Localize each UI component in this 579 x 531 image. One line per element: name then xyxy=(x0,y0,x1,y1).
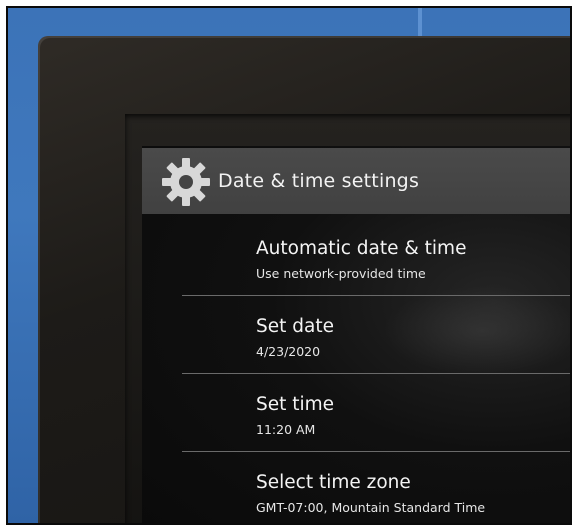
setting-set-date[interactable]: Set date 4/23/2020 xyxy=(182,296,570,374)
photo-frame: Date & time settings Automatic date & ti… xyxy=(6,6,572,525)
setting-set-time[interactable]: Set time 11:20 AM xyxy=(182,374,570,452)
setting-automatic-date-time[interactable]: Automatic date & time Use network-provid… xyxy=(182,218,570,296)
page-title: Date & time settings xyxy=(218,170,420,192)
setting-value: 11:20 AM xyxy=(256,422,316,437)
gear-icon xyxy=(162,158,210,206)
setting-value: GMT-07:00, Mountain Standard Time xyxy=(256,500,486,515)
setting-label: Set time xyxy=(256,394,335,415)
setting-value: Use network-provided time xyxy=(256,266,426,281)
setting-label: Set date xyxy=(256,316,334,337)
settings-titlebar: Date & time settings xyxy=(142,148,570,214)
setting-label: Select time zone xyxy=(256,472,411,493)
setting-select-time-zone[interactable]: Select time zone GMT-07:00, Mountain Sta… xyxy=(182,452,570,523)
setting-label: Automatic date & time xyxy=(256,238,467,259)
setting-value: 4/23/2020 xyxy=(256,344,321,359)
settings-screen: Date & time settings Automatic date & ti… xyxy=(142,146,570,523)
